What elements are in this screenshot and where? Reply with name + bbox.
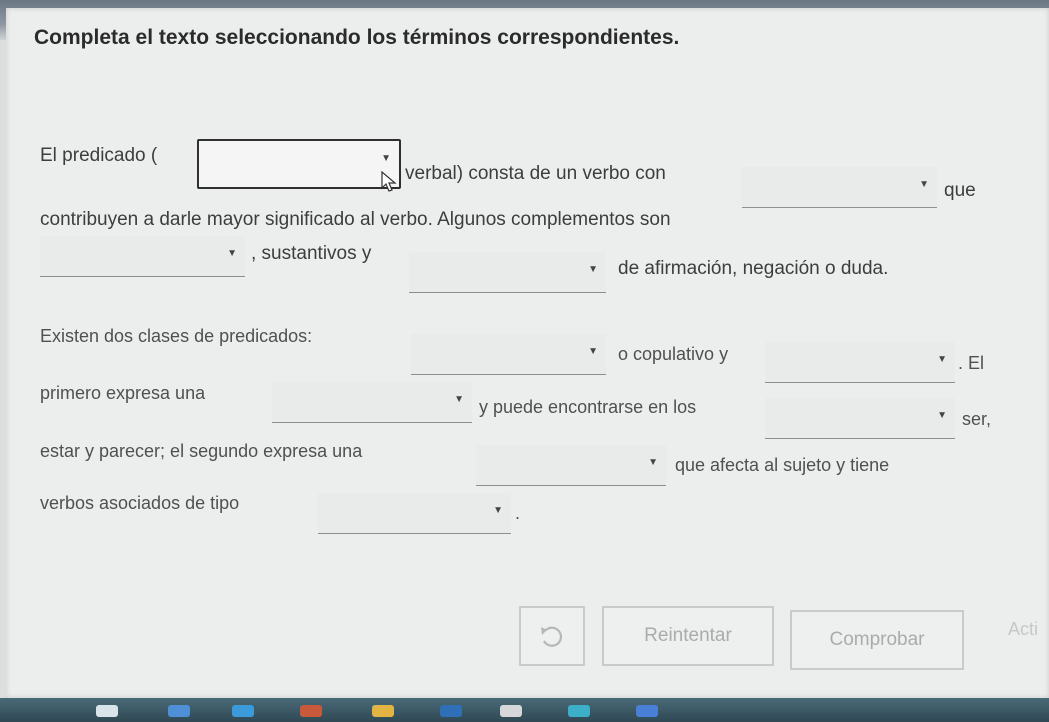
chevron-down-icon: ▼ xyxy=(937,410,947,421)
text-segment: ser, xyxy=(962,409,992,429)
dropdown-8[interactable]: ▼ xyxy=(765,398,955,439)
text-segment: verbos asociados de tipo xyxy=(40,493,240,513)
check-button[interactable]: Comprobar xyxy=(790,610,964,670)
dropdown-7[interactable]: ▼ xyxy=(272,382,472,423)
text-segment: Existen dos clases de predicados: xyxy=(40,326,313,346)
app-icon[interactable] xyxy=(440,705,462,717)
taskview-icon[interactable] xyxy=(96,705,118,717)
dropdown-5[interactable]: ▼ xyxy=(411,334,606,375)
text-segment: estar y parecer; el segundo expresa una xyxy=(40,441,363,461)
chevron-down-icon: ▼ xyxy=(381,153,391,164)
text-segment: primero expresa una xyxy=(40,383,206,403)
text-segment: de afirmación, negación o duda. xyxy=(618,258,889,279)
instructions-heading: Completa el texto seleccionando los térm… xyxy=(34,26,680,49)
taskbar xyxy=(0,698,1049,722)
dropdown-6[interactable]: ▼ xyxy=(765,342,955,383)
text-segment: El predicado ( xyxy=(40,145,158,166)
dropdown-1[interactable]: ▼ xyxy=(197,139,401,189)
edge-icon[interactable] xyxy=(568,705,590,717)
text-segment: que afecta al sujeto y tiene xyxy=(675,455,890,475)
app-icon[interactable] xyxy=(168,705,190,717)
store-icon[interactable] xyxy=(500,705,522,717)
dropdown-3[interactable]: ▼ xyxy=(40,236,245,277)
chevron-down-icon: ▼ xyxy=(454,394,464,405)
dropdown-10[interactable]: ▼ xyxy=(318,493,511,534)
chevron-down-icon: ▼ xyxy=(588,264,598,275)
browser-icon[interactable] xyxy=(232,705,254,717)
retry-button[interactable]: Reintentar xyxy=(602,606,774,666)
media-icon[interactable] xyxy=(300,705,322,717)
text-segment: verbal) consta de un verbo con xyxy=(405,163,666,184)
app-icon[interactable] xyxy=(636,705,658,717)
text-segment: y puede encontrarse en los xyxy=(479,397,697,417)
chevron-down-icon: ▼ xyxy=(919,179,929,190)
text-segment: . El xyxy=(958,353,985,373)
chevron-down-icon: ▼ xyxy=(648,457,658,468)
undo-icon xyxy=(541,626,562,647)
dropdown-4[interactable]: ▼ xyxy=(409,252,606,293)
activation-watermark: Acti xyxy=(1008,619,1039,639)
reset-button[interactable] xyxy=(519,606,585,666)
mouse-cursor-icon xyxy=(381,171,397,192)
chevron-down-icon: ▼ xyxy=(588,346,598,357)
dropdown-2[interactable]: ▼ xyxy=(742,167,937,208)
dropdown-9[interactable]: ▼ xyxy=(476,445,666,486)
chevron-down-icon: ▼ xyxy=(493,505,503,516)
folder-icon[interactable] xyxy=(372,705,394,717)
text-segment: o copulativo y xyxy=(618,344,729,364)
text-segment: que xyxy=(944,180,976,201)
text-segment: contribuyen a darle mayor significado al… xyxy=(40,209,671,230)
text-segment: . xyxy=(515,503,521,523)
chevron-down-icon: ▼ xyxy=(227,248,237,259)
text-segment: , sustantivos y xyxy=(251,243,372,264)
chevron-down-icon: ▼ xyxy=(937,354,947,365)
